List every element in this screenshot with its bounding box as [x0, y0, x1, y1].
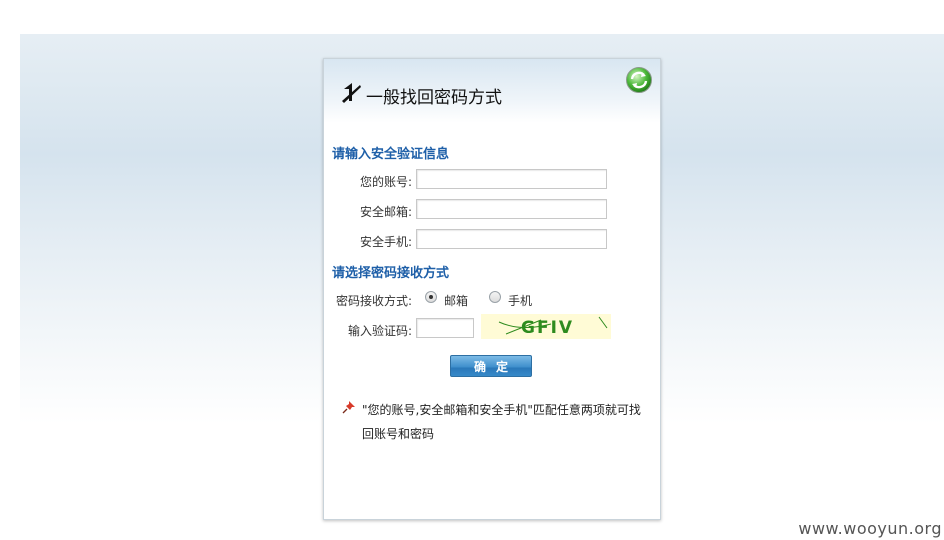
phone-radio-label[interactable]: 手机 — [508, 292, 532, 309]
captcha-label: 输入验证码: — [347, 324, 412, 338]
email-input[interactable] — [416, 199, 607, 219]
captcha-image[interactable]: GFIV — [481, 314, 611, 339]
receive-section-title: 请选择密码接收方式 — [332, 266, 450, 281]
account-input[interactable] — [416, 169, 607, 189]
recover-password-dialog: 一般找回密码方式 请输入安全验证信息 您的账号: 安全邮箱: 安全手机: 请选择… — [323, 58, 661, 520]
hint-line-1: "您的账号,安全邮箱和安全手机"匹配任意两项就可找 — [362, 403, 641, 417]
hint-line-2: 回账号和密码 — [362, 427, 435, 441]
dialog-title: 一般找回密码方式 — [366, 88, 502, 108]
email-radio[interactable] — [425, 291, 437, 303]
pushpin-icon — [342, 401, 355, 414]
logo-icon — [342, 83, 361, 103]
phone-input[interactable] — [416, 229, 607, 249]
email-label: 安全邮箱: — [359, 205, 412, 219]
captcha-text: GFIV — [521, 318, 574, 338]
captcha-input[interactable] — [416, 318, 474, 338]
captcha-noise: GFIV — [498, 316, 608, 338]
receive-method-label: 密码接收方式: — [335, 294, 412, 308]
submit-button[interactable]: 确定 — [450, 355, 532, 377]
phone-label: 安全手机: — [359, 235, 412, 249]
site-watermark: www.wooyun.org — [798, 519, 942, 538]
hint-note: "您的账号,安全邮箱和安全手机"匹配任意两项就可找 回账号和密码 — [362, 398, 650, 446]
email-radio-label[interactable]: 邮箱 — [444, 292, 468, 309]
security-section-title: 请输入安全验证信息 — [332, 147, 450, 162]
refresh-icon[interactable] — [625, 66, 653, 94]
phone-radio[interactable] — [489, 291, 501, 303]
account-label: 您的账号: — [359, 175, 412, 189]
